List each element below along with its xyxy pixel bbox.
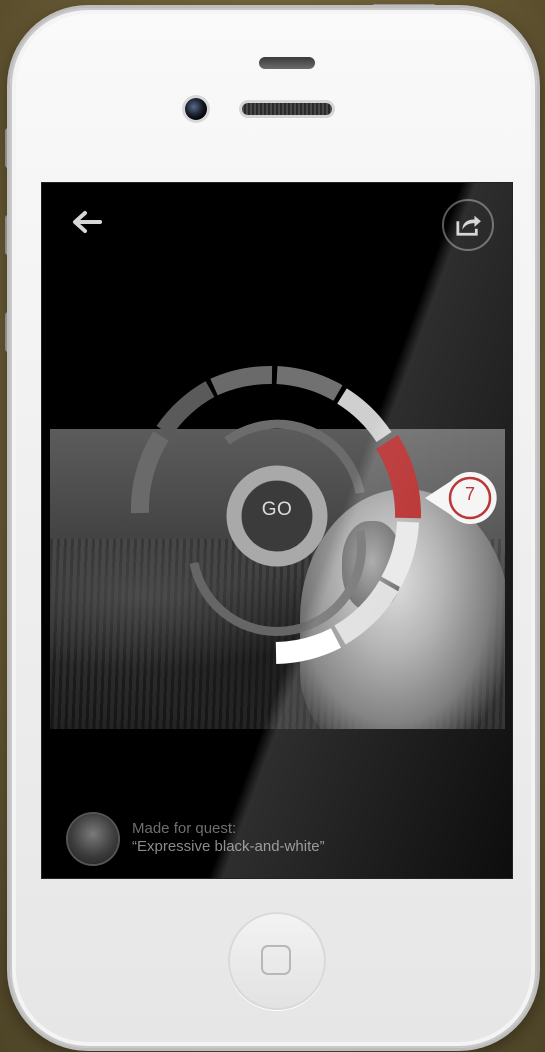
dial-segment-4[interactable] bbox=[276, 366, 343, 401]
home-square-icon bbox=[261, 945, 291, 975]
share-icon bbox=[456, 215, 481, 236]
dial-segment-7[interactable] bbox=[381, 521, 419, 588]
rating-dial[interactable] bbox=[42, 183, 512, 878]
dial-segment-2[interactable] bbox=[156, 381, 215, 437]
dial-segment-9[interactable] bbox=[275, 628, 342, 664]
quest-avatar[interactable] bbox=[68, 814, 118, 864]
selected-value: 7 bbox=[464, 484, 475, 504]
speaker-grille bbox=[242, 103, 332, 115]
go-label[interactable]: GO bbox=[242, 499, 312, 521]
dial-segment-3[interactable] bbox=[210, 366, 273, 396]
dial-segment-selected[interactable] bbox=[375, 435, 422, 519]
back-arrow-icon[interactable] bbox=[70, 209, 104, 235]
app-screen: GO 7 Made for quest: “Expressive black-a… bbox=[42, 183, 512, 878]
dial-segment-5[interactable] bbox=[337, 388, 392, 443]
share-button[interactable] bbox=[442, 199, 494, 251]
quest-caption: Made for quest: bbox=[132, 820, 237, 837]
quest-title[interactable]: “Expressive black-and-white” bbox=[132, 838, 325, 855]
front-camera bbox=[185, 98, 207, 120]
dial-segment-1[interactable] bbox=[130, 431, 169, 514]
home-button[interactable] bbox=[228, 912, 326, 1010]
earpiece bbox=[259, 57, 315, 69]
